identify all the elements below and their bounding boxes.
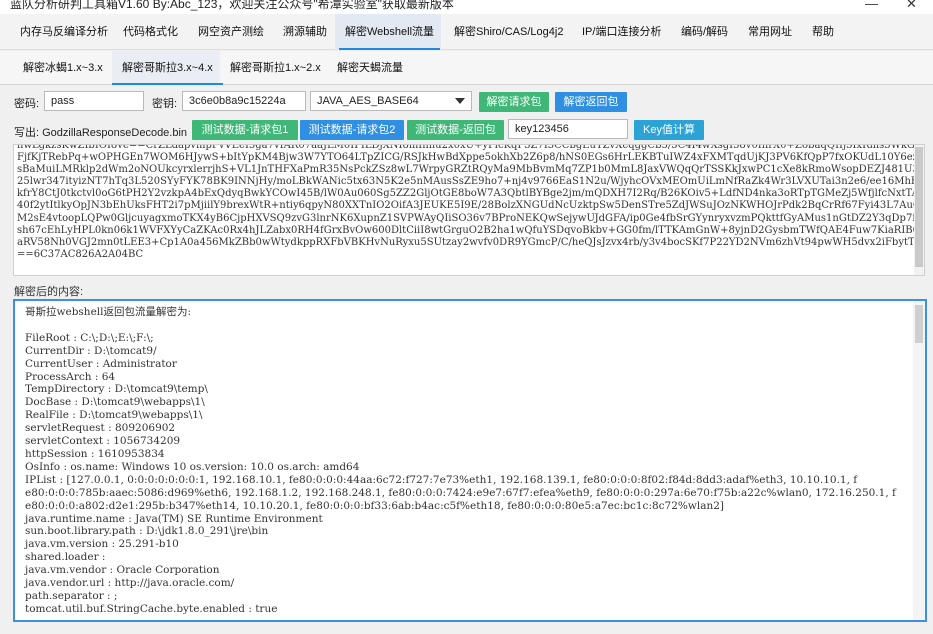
key-label: 密钥: bbox=[152, 98, 178, 110]
key-compute-button[interactable]: Key值计算 bbox=[634, 120, 704, 140]
cipher-select[interactable]: JAVA_AES_BASE64 bbox=[310, 91, 472, 111]
password-input[interactable]: pass bbox=[44, 91, 144, 111]
close-icon[interactable]: ✕ bbox=[906, 0, 917, 12]
test-request1-button[interactable]: 测试数据-请求包1 bbox=[192, 120, 298, 140]
test-response-button[interactable]: 测试数据-返回包 bbox=[407, 120, 504, 140]
test-request2-button[interactable]: 测试数据-请求包2 bbox=[300, 120, 404, 140]
menu-tab-shiro-cas-log4j2[interactable]: 解密Shiro/CAS/Log4j2 bbox=[454, 14, 563, 50]
subtab-godzilla-1-2[interactable]: 解密哥斯拉1.x~2.x bbox=[230, 51, 321, 85]
menu-tab-webshell-decrypt[interactable]: 解密Webshell流量 bbox=[338, 14, 441, 50]
key-value-input[interactable]: key123456 bbox=[508, 119, 628, 139]
payload-scroll-thumb[interactable] bbox=[915, 147, 923, 267]
subtab-skyscorpion[interactable]: 解密天蝎流量 bbox=[337, 51, 403, 85]
payload-text: hwLgkzsKwZIbIOI8ve==CrZLdapvmpFvVEeI5ga7… bbox=[17, 144, 925, 260]
decrypt-response-button[interactable]: 解密返回包 bbox=[555, 92, 627, 112]
subtab-godzilla-3-4[interactable]: 解密哥斯拉3.x~4.x bbox=[112, 51, 223, 85]
decrypt-request-button[interactable]: 解密请求包 bbox=[479, 92, 549, 112]
writeout-label: 写出: GodzillaResponseDecode.bin bbox=[14, 127, 188, 139]
menu-tab-asset-mapping[interactable]: 网空资产测绘 bbox=[198, 14, 264, 50]
window-title: 蓝队分析研判工具箱V1.60 By:Abc_123，欢迎关注公众号"希潭实验室"… bbox=[10, 0, 454, 11]
menu-tab-ip-port-analysis[interactable]: IP/端口连接分析 bbox=[582, 14, 661, 50]
chevron-down-icon bbox=[455, 98, 465, 104]
minimize-icon[interactable]: — bbox=[865, 0, 878, 11]
decrypted-content-label: 解密后的内容: bbox=[14, 286, 84, 298]
menu-tab-code-format[interactable]: 代码格式化 bbox=[123, 14, 178, 50]
password-label: 密码: bbox=[14, 98, 40, 110]
decrypted-output-textarea[interactable]: 哥斯拉webshell返回包流量解密为: FileRoot : C:\;D:\;… bbox=[13, 299, 927, 622]
key-input[interactable]: 3c6e0b8a9c15224a bbox=[182, 91, 306, 111]
output-scrollbar[interactable] bbox=[913, 301, 925, 620]
subtab-behinder[interactable]: 解密冰蝎1.x~3.x bbox=[23, 51, 103, 85]
title-bar: 蓝队分析研判工具箱V1.60 By:Abc_123，欢迎关注公众号"希潭实验室"… bbox=[0, 0, 933, 14]
payload-textarea[interactable]: hwLgkzsKwZIbIOI8ve==CrZLdapvmpFvVEeI5ga7… bbox=[13, 144, 925, 276]
menu-tab-encode-decode[interactable]: 编码/解码 bbox=[681, 14, 728, 50]
decrypted-output-text: 哥斯拉webshell返回包流量解密为: FileRoot : C:\;D:\;… bbox=[25, 306, 896, 615]
menu-tab-help[interactable]: 帮助 bbox=[812, 14, 834, 50]
payload-scrollbar[interactable] bbox=[914, 145, 924, 275]
menu-tab-common-urls[interactable]: 常用网址 bbox=[748, 14, 792, 50]
menu-tab-memshell-decompile[interactable]: 内存马反编译分析 bbox=[20, 14, 108, 50]
output-scroll-thumb[interactable] bbox=[915, 305, 923, 343]
cipher-select-value: JAVA_AES_BASE64 bbox=[317, 95, 419, 107]
menu-tab-trace-assist[interactable]: 溯源辅助 bbox=[283, 14, 327, 50]
